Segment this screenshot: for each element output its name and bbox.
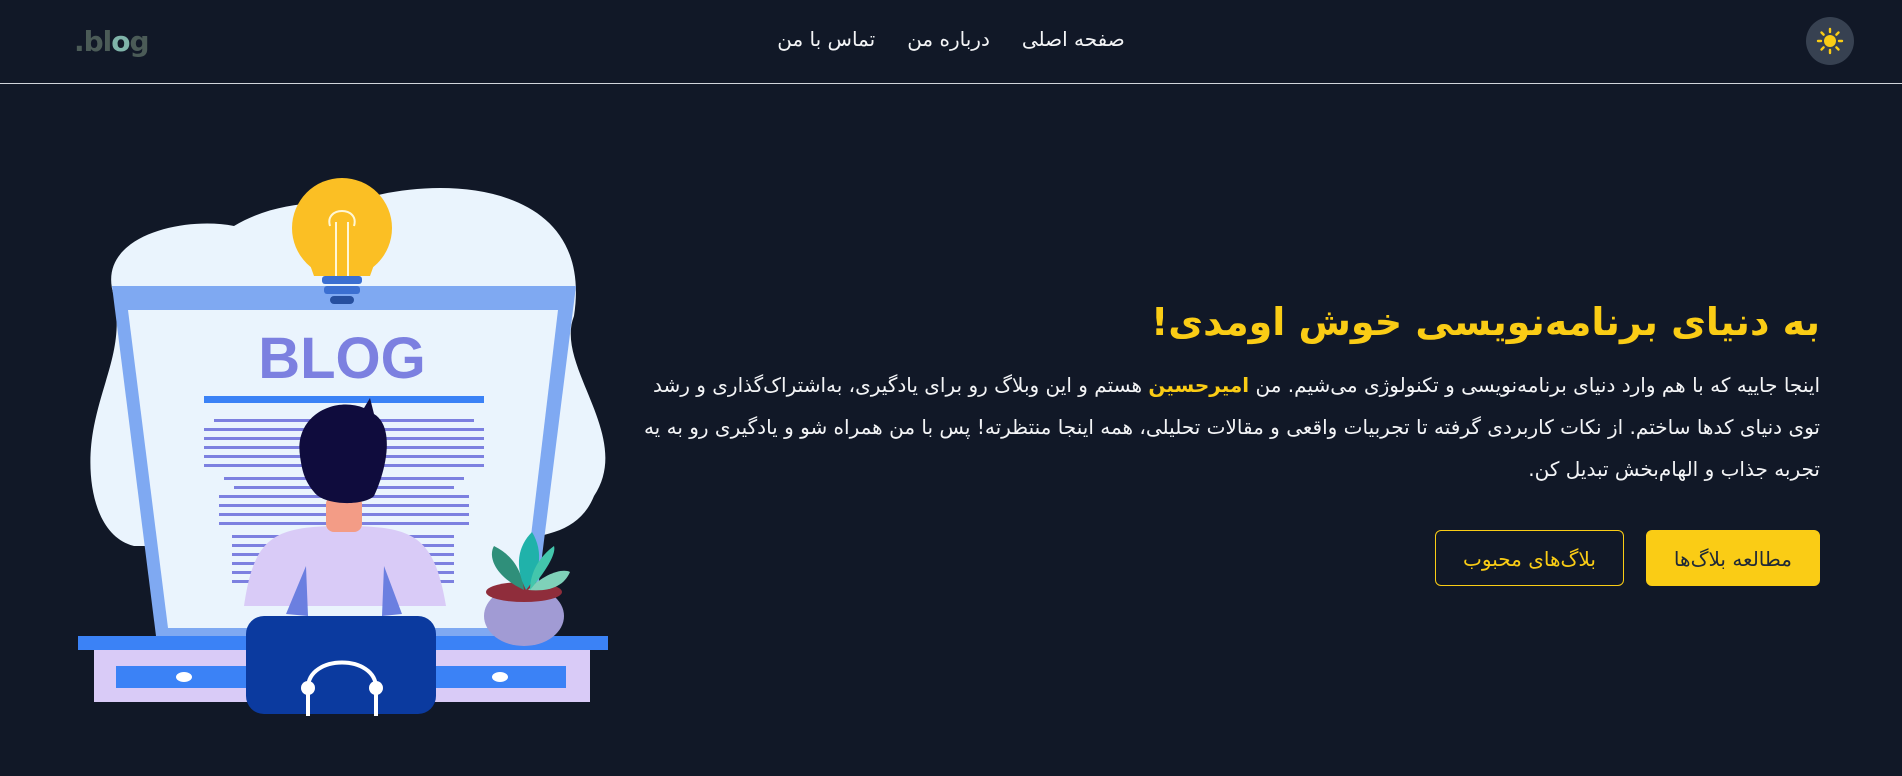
nav-home-link[interactable]: صفحه اصلی <box>1022 24 1125 54</box>
plant-icon <box>484 532 570 646</box>
hero-buttons: مطالعه بلاگ‌ها بلاگ‌های محبوب <box>1435 530 1820 586</box>
screen-underline <box>204 396 484 403</box>
site-logo[interactable]: .blog <box>74 25 150 59</box>
screen-blog-text: BLOG <box>258 326 426 391</box>
read-blogs-button[interactable]: مطالعه بلاگ‌ها <box>1645 530 1820 586</box>
hero-section: به دنیای برنامه‌نویسی خوش اومدی! اینجا ج… <box>640 290 1820 490</box>
popular-blogs-button[interactable]: بلاگ‌های محبوب <box>1435 530 1624 586</box>
nav-contact-link[interactable]: تماس با من <box>777 24 875 54</box>
main-nav: صفحه اصلی درباره من تماس با من <box>0 24 1902 54</box>
author-name: امیرحسین <box>1148 373 1250 397</box>
chair <box>246 616 436 714</box>
blog-illustration: BLOG <box>78 178 608 716</box>
site-header: صفحه اصلی درباره من تماس با من .blog <box>0 0 1902 84</box>
hero-title: به دنیای برنامه‌نویسی خوش اومدی! <box>1150 300 1820 344</box>
hero-description: اینجا جاییه که با هم وارد دنیای برنامه‌ن… <box>643 373 1820 481</box>
nav-about-link[interactable]: درباره من <box>907 24 990 54</box>
